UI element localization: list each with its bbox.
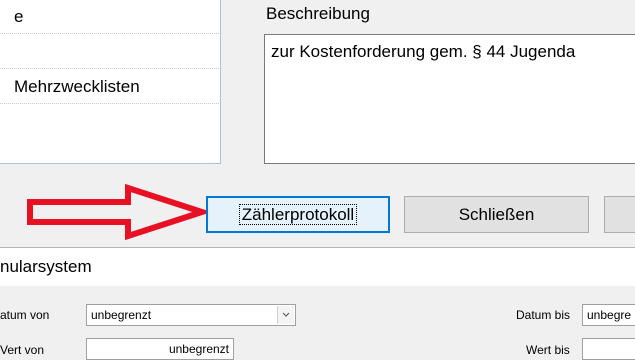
datum-bis-value: unbegre — [587, 308, 632, 322]
third-button[interactable] — [604, 196, 635, 233]
filter-area: atum von unbegrenzt Datum bis unbegre Ve… — [0, 286, 635, 360]
red-arrow-icon — [27, 184, 212, 241]
wert-bis-field[interactable] — [582, 338, 635, 360]
list-item[interactable]: e — [0, 0, 219, 34]
chevron-down-icon[interactable] — [277, 306, 294, 324]
zaehlerprotokoll-button[interactable]: Zählerprotokoll — [206, 196, 390, 233]
wert-von-field[interactable]: unbegrenzt — [86, 338, 234, 360]
schliessen-button[interactable]: Schließen — [404, 196, 589, 233]
window-title-bar: nularsystem — [0, 247, 635, 287]
datum-bis-combo[interactable]: unbegre — [582, 304, 635, 326]
datum-von-combo[interactable]: unbegrenzt — [86, 304, 296, 326]
wert-von-label: Vert von — [0, 343, 45, 357]
datum-bis-label: Datum bis — [516, 308, 571, 322]
wert-bis-label: Wert bis — [526, 343, 570, 357]
datum-von-value: unbegrenzt — [91, 308, 152, 322]
list-item[interactable]: Mehrzwecklisten — [0, 70, 219, 104]
description-label: Beschreibung — [266, 4, 370, 23]
description-textarea[interactable]: zur Kostenforderung gem. § 44 Jugenda — [264, 34, 635, 164]
zaehlerprotokoll-label: Zählerprotokoll — [238, 203, 358, 225]
window-title: nularsystem — [0, 257, 92, 276]
list-item[interactable] — [0, 35, 219, 69]
dialog-panel: e Mehrzwecklisten Beschreibung zur Koste… — [0, 0, 635, 246]
datum-von-label: atum von — [0, 308, 50, 322]
list-box[interactable]: e Mehrzwecklisten — [0, 0, 221, 164]
